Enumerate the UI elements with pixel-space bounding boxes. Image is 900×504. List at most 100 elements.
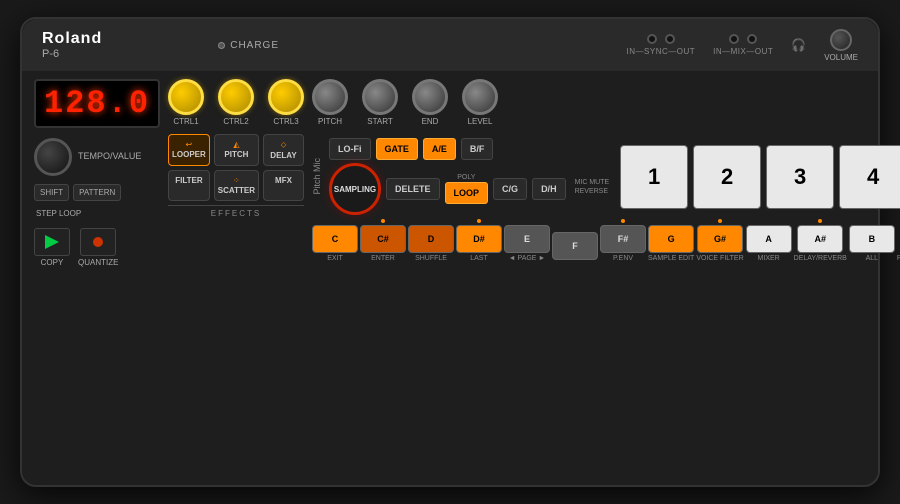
volume-group: VOLUME xyxy=(824,29,858,62)
delay-label: DELAY xyxy=(270,151,296,160)
top-bar: Roland P-6 CHARGE IN—SYNC—OUT IN—MIX—OUT xyxy=(22,19,878,71)
mix-in-jack xyxy=(729,34,739,44)
key-c-cap[interactable]: C xyxy=(312,225,358,253)
end-knob[interactable] xyxy=(412,79,448,115)
key-c-exit: C EXIT xyxy=(312,225,358,262)
key-ds-cap[interactable]: D# xyxy=(456,225,502,253)
key-fs-func: P.ENV xyxy=(613,255,633,262)
key-b-cap[interactable]: B xyxy=(849,225,895,253)
ctrl2-knob[interactable] xyxy=(218,79,254,115)
level-knob[interactable] xyxy=(462,79,498,115)
key-a-cap[interactable]: A xyxy=(746,225,792,253)
delay-icon: ⬦ xyxy=(281,140,287,150)
key-fs-cap[interactable]: F# xyxy=(600,225,646,253)
key-ds-last: D# LAST xyxy=(456,219,502,262)
param-knobs-row: PITCH START END LEVEL xyxy=(312,79,498,126)
key-a-func: MIXER xyxy=(758,255,780,262)
tempo-knob[interactable] xyxy=(34,138,72,176)
end-label: END xyxy=(422,117,439,126)
key-ds-note: D# xyxy=(473,234,485,244)
delete-button[interactable]: DELETE xyxy=(386,178,440,200)
key-d-cap[interactable]: D xyxy=(408,225,454,253)
key-e-cap[interactable]: E xyxy=(504,225,550,253)
level-knob-group: LEVEL xyxy=(462,79,498,126)
pitch-button[interactable]: ◭ PITCH xyxy=(214,134,259,166)
volume-knob[interactable] xyxy=(830,29,852,51)
key-g: G SAMPLE EDIT xyxy=(648,225,694,262)
pad-1[interactable]: 1 xyxy=(620,145,688,209)
mic-label: Pitch Mic xyxy=(312,158,322,195)
ctrl1-knob[interactable] xyxy=(168,79,204,115)
delay-button[interactable]: ⬦ DELAY xyxy=(263,134,304,166)
bf-button[interactable]: B/F xyxy=(461,138,494,160)
key-ds-func: LAST xyxy=(470,255,488,262)
scatter-icon: ⁘ xyxy=(233,176,240,185)
top-connectors: IN—SYNC—OUT IN—MIX—OUT 🎧 VOLUME xyxy=(627,29,858,62)
copy-button[interactable] xyxy=(34,228,70,256)
key-ds-dot xyxy=(477,219,481,223)
key-gs-cap[interactable]: G# xyxy=(697,225,743,253)
step-loop-row: STEP LOOP xyxy=(34,209,160,218)
mfx-label: MFX xyxy=(275,176,292,185)
key-as-cap[interactable]: A# xyxy=(797,225,843,253)
dh-button[interactable]: D/H xyxy=(532,178,566,200)
key-g-note: G xyxy=(668,234,675,244)
right-section: PITCH START END LEVEL xyxy=(312,79,900,477)
key-b: B ALL xyxy=(849,225,895,262)
ctrl3-group: CTRL3 xyxy=(268,79,304,126)
pitch-icon: ◭ xyxy=(233,140,239,149)
brand-logo: Roland xyxy=(42,30,102,48)
looper-button[interactable]: ↩ LOOPER xyxy=(168,134,210,166)
scatter-button[interactable]: ⁘ SCATTER xyxy=(214,170,259,201)
filter-button[interactable]: FILTER xyxy=(168,170,210,201)
loop-button[interactable]: LOOP xyxy=(445,182,489,204)
headphone-connector: 🎧 xyxy=(791,38,806,52)
ctrl2-group: CTRL2 xyxy=(218,79,254,126)
pattern-button[interactable]: PATTERN xyxy=(73,184,121,201)
pitch-label: PITCH xyxy=(224,150,248,159)
key-f-cap[interactable]: F xyxy=(552,232,598,260)
sampling-label: SAMPLING xyxy=(334,185,376,194)
sync-connector: IN—SYNC—OUT xyxy=(627,34,696,56)
ctrl1-group: CTRL1 xyxy=(168,79,204,126)
key-g-cap[interactable]: G xyxy=(648,225,694,253)
gate-button[interactable]: GATE xyxy=(376,138,418,160)
quantize-button[interactable] xyxy=(80,228,116,256)
start-knob[interactable] xyxy=(362,79,398,115)
shift-button[interactable]: SHIFT xyxy=(34,184,69,201)
bottom-keys-row: C EXIT C# ENTER D SHUFFLE D# xyxy=(312,219,900,266)
key-d-shuffle: D SHUFFLE xyxy=(408,225,454,262)
play-triangle-icon xyxy=(45,235,59,249)
lofi-button[interactable]: LO-Fi xyxy=(329,138,371,160)
pad-2[interactable]: 2 xyxy=(693,145,761,209)
key-cs-dot xyxy=(381,219,385,223)
main-area: 128.0 TEMPO/VALUE SHIFT PATTERN STEP LOO… xyxy=(22,71,878,485)
pad-3[interactable]: 3 xyxy=(766,145,834,209)
key-fs-dot xyxy=(621,219,625,223)
pad-4[interactable]: 4 xyxy=(839,145,900,209)
key-f-note: F xyxy=(572,241,578,251)
ctrl-knobs-row: CTRL1 CTRL2 CTRL3 xyxy=(168,79,304,126)
pitch-label: PITCH xyxy=(318,117,342,126)
pitch-knob-group: PITCH xyxy=(312,79,348,126)
ae-button[interactable]: A/E xyxy=(423,138,456,160)
sampling-button[interactable]: SAMPLING xyxy=(329,163,381,215)
ctrl3-knob[interactable] xyxy=(268,79,304,115)
poly-label: POLY xyxy=(457,174,475,181)
headphone-icon: 🎧 xyxy=(791,38,806,52)
mfx-button[interactable]: MFX xyxy=(263,170,304,201)
key-e-func: ◄ PAGE ► xyxy=(509,255,546,262)
step-loop-label: STEP LOOP xyxy=(36,209,81,218)
key-e-note: E xyxy=(524,234,530,244)
key-cs-cap[interactable]: C# xyxy=(360,225,406,253)
effects-label: EFFECTS xyxy=(168,205,304,218)
sync-label: IN—SYNC—OUT xyxy=(627,47,696,56)
key-g-func: SAMPLE EDIT xyxy=(648,255,694,262)
device-body: Roland P-6 CHARGE IN—SYNC—OUT IN—MIX—OUT xyxy=(20,17,880,487)
copy-label: COPY xyxy=(41,258,64,267)
mix-connector: IN—MIX—OUT xyxy=(713,34,773,56)
key-gs: G# VOICE FILTER xyxy=(696,219,743,262)
cg-button[interactable]: C/G xyxy=(493,178,527,200)
pitch-knob[interactable] xyxy=(312,79,348,115)
key-d-func: SHUFFLE xyxy=(415,255,447,262)
